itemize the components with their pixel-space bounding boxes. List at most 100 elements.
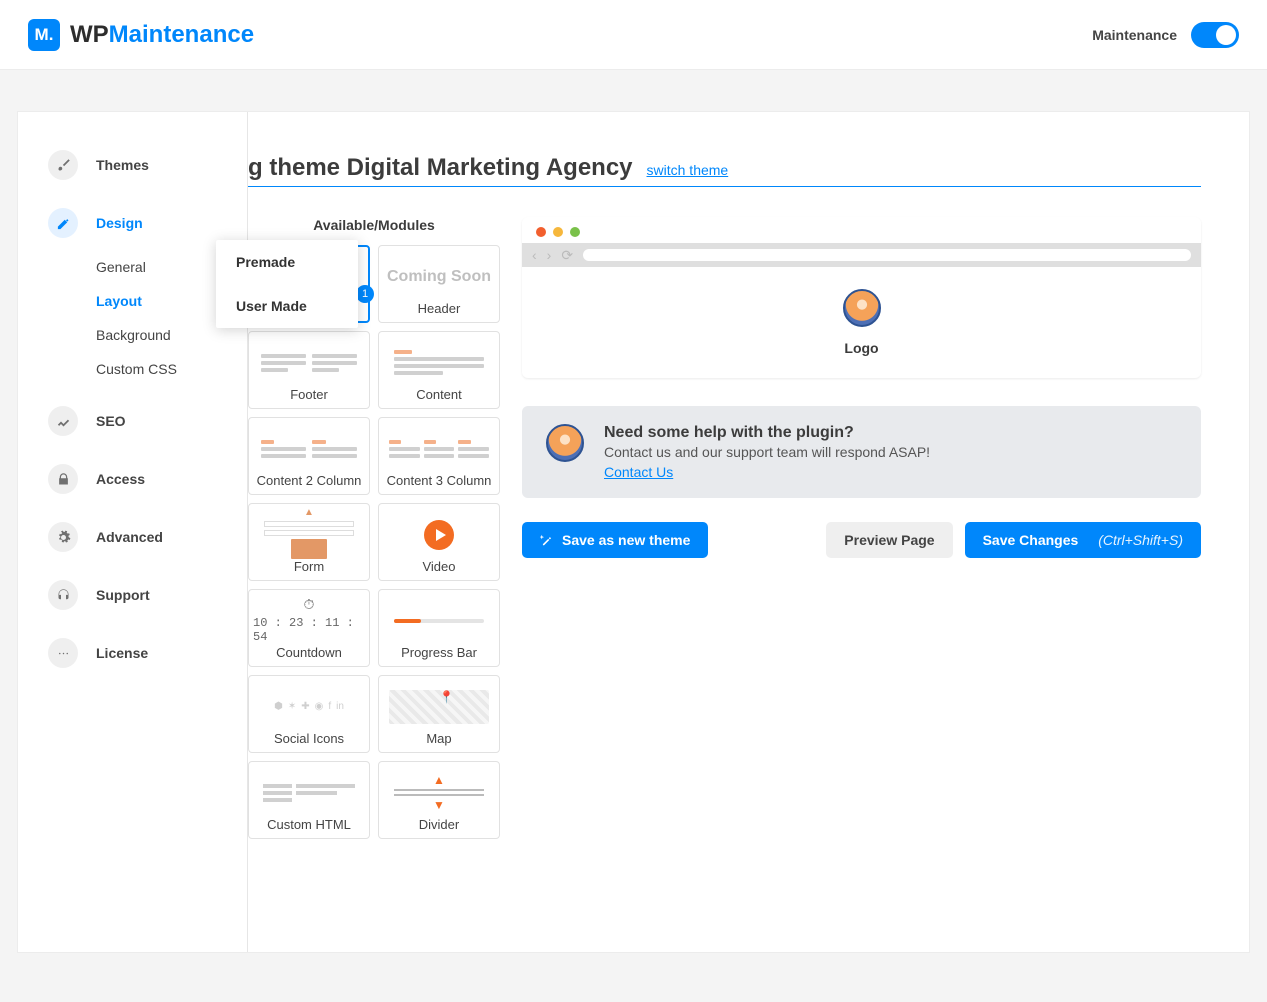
preview-url-bar: ‹ › ⟳ (522, 243, 1201, 267)
chart-icon (48, 406, 78, 436)
module-label: Content 3 Column (387, 473, 492, 488)
module-label: Custom HTML (267, 817, 351, 832)
magic-icon (540, 533, 554, 547)
action-bar: Save as new theme Preview Page Save Chan… (522, 522, 1201, 558)
module-label: Footer (290, 387, 328, 402)
right-column: ‹ › ⟳ Logo Need some help with the plugi… (522, 217, 1201, 558)
module-form[interactable]: ▲ Form (248, 503, 370, 581)
maintenance-toggle-group: Maintenance (1092, 22, 1239, 48)
main-panel: Themes Design General Layout Background … (18, 112, 1249, 952)
module-content-2col[interactable]: Content 2 Column (248, 417, 370, 495)
sidebar-item-support[interactable]: Support (36, 570, 229, 620)
sidebar-item-themes[interactable]: Themes (36, 140, 229, 190)
sidebar-item-design[interactable]: Design (36, 198, 229, 248)
title-underline (248, 186, 1201, 187)
pencil-icon (48, 208, 78, 238)
module-label: Content (416, 387, 462, 402)
save-changes-button[interactable]: Save Changes (Ctrl+Shift+S) (965, 522, 1201, 558)
module-label: Divider (419, 817, 459, 832)
maintenance-toggle[interactable] (1191, 22, 1239, 48)
module-video[interactable]: Video (378, 503, 500, 581)
coming-soon-text: Coming Soon (387, 268, 491, 286)
button-label: Save as new theme (562, 532, 690, 548)
brand-logo-icon (28, 19, 60, 51)
save-as-new-theme-button[interactable]: Save as new theme (522, 522, 708, 558)
themes-flyout-usermade[interactable]: User Made (216, 284, 358, 328)
countdown-sample: 10 : 23 : 11 : 54 (253, 616, 365, 644)
brand: WPMaintenance (28, 19, 254, 51)
sidebar-sub-general[interactable]: General (96, 252, 229, 282)
sidebar-label: SEO (96, 413, 126, 429)
module-social[interactable]: ⬢✶✚◉fin Social Icons (248, 675, 370, 753)
page-title-text: g theme Digital Marketing Agency (248, 154, 633, 182)
window-dots (522, 217, 1201, 243)
back-icon: ‹ (532, 247, 537, 263)
preview-body[interactable]: Logo (522, 267, 1201, 378)
module-label: Video (422, 559, 455, 574)
lock-icon (48, 464, 78, 494)
button-label: Preview Page (844, 532, 934, 548)
sidebar-label: Access (96, 471, 145, 487)
sidebar-item-access[interactable]: Access (36, 454, 229, 504)
key-icon (48, 638, 78, 668)
refresh-icon: ⟳ (561, 247, 573, 264)
map-preview (389, 690, 490, 724)
module-label: Progress Bar (401, 645, 477, 660)
themes-flyout-premade[interactable]: Premade (216, 240, 358, 284)
gear-icon (48, 522, 78, 552)
module-label: Form (294, 559, 324, 574)
avatar-icon (843, 289, 881, 327)
sidebar-sub-customcss[interactable]: Custom CSS (96, 354, 229, 384)
module-content-3col[interactable]: Content 3 Column (378, 417, 500, 495)
headset-icon (48, 580, 78, 610)
modules-heading: Available/Modules (248, 217, 500, 233)
help-panel: Need some help with the plugin? Contact … (522, 406, 1201, 498)
sidebar-label: Advanced (96, 529, 163, 545)
module-label: Map (426, 731, 451, 746)
module-progress[interactable]: Progress Bar (378, 589, 500, 667)
sidebar: Themes Design General Layout Background … (18, 112, 248, 952)
sidebar-submenu-design: General Layout Background Custom CSS (36, 248, 229, 388)
maintenance-toggle-label: Maintenance (1092, 27, 1177, 43)
page-title: g theme Digital Marketing Agency switch … (248, 154, 1201, 182)
sidebar-label: Themes (96, 157, 149, 173)
play-icon (424, 520, 454, 550)
module-custom-html[interactable]: Custom HTML (248, 761, 370, 839)
sidebar-label: Support (96, 587, 150, 603)
module-label: Countdown (276, 645, 342, 660)
sidebar-item-license[interactable]: License (36, 628, 229, 678)
brand-text-maintenance: Maintenance (109, 21, 254, 48)
module-divider[interactable]: ▲▼ Divider (378, 761, 500, 839)
preview-page-button[interactable]: Preview Page (826, 522, 952, 558)
top-bar: WPMaintenance Maintenance (0, 0, 1267, 70)
sidebar-label: License (96, 645, 148, 661)
module-map[interactable]: Map (378, 675, 500, 753)
sidebar-item-advanced[interactable]: Advanced (36, 512, 229, 562)
contact-us-link[interactable]: Contact Us (604, 464, 673, 480)
switch-theme-link[interactable]: switch theme (647, 162, 729, 178)
help-body: Contact us and our support team will res… (604, 444, 930, 460)
button-label: Save Changes (983, 532, 1079, 548)
help-title: Need some help with the plugin? (604, 424, 930, 442)
themes-flyout-menu: Premade User Made (216, 240, 358, 328)
module-content[interactable]: Content (378, 331, 500, 409)
module-footer[interactable]: Footer (248, 331, 370, 409)
brush-icon (48, 150, 78, 180)
social-icons-preview: ⬢✶✚◉fin (274, 701, 344, 712)
forward-icon: › (547, 247, 552, 263)
module-badge: 1 (356, 285, 374, 303)
module-label: Header (418, 301, 461, 316)
module-countdown[interactable]: ⏱ 10 : 23 : 11 : 54 Countdown (248, 589, 370, 667)
support-avatar-icon (546, 424, 584, 462)
module-header[interactable]: Coming Soon Header (378, 245, 500, 323)
module-label: Social Icons (274, 731, 344, 746)
sidebar-sub-layout[interactable]: Layout (96, 286, 229, 316)
sidebar-label: Design (96, 215, 143, 231)
sidebar-sub-background[interactable]: Background (96, 320, 229, 350)
stopwatch-icon: ⏱ (304, 598, 315, 614)
preview-logo-label: Logo (544, 340, 1179, 356)
sidebar-item-seo[interactable]: SEO (36, 396, 229, 446)
shortcut-hint: (Ctrl+Shift+S) (1098, 532, 1183, 548)
brand-text-wp: WP (70, 21, 109, 48)
layout-preview: ‹ › ⟳ Logo (522, 217, 1201, 378)
